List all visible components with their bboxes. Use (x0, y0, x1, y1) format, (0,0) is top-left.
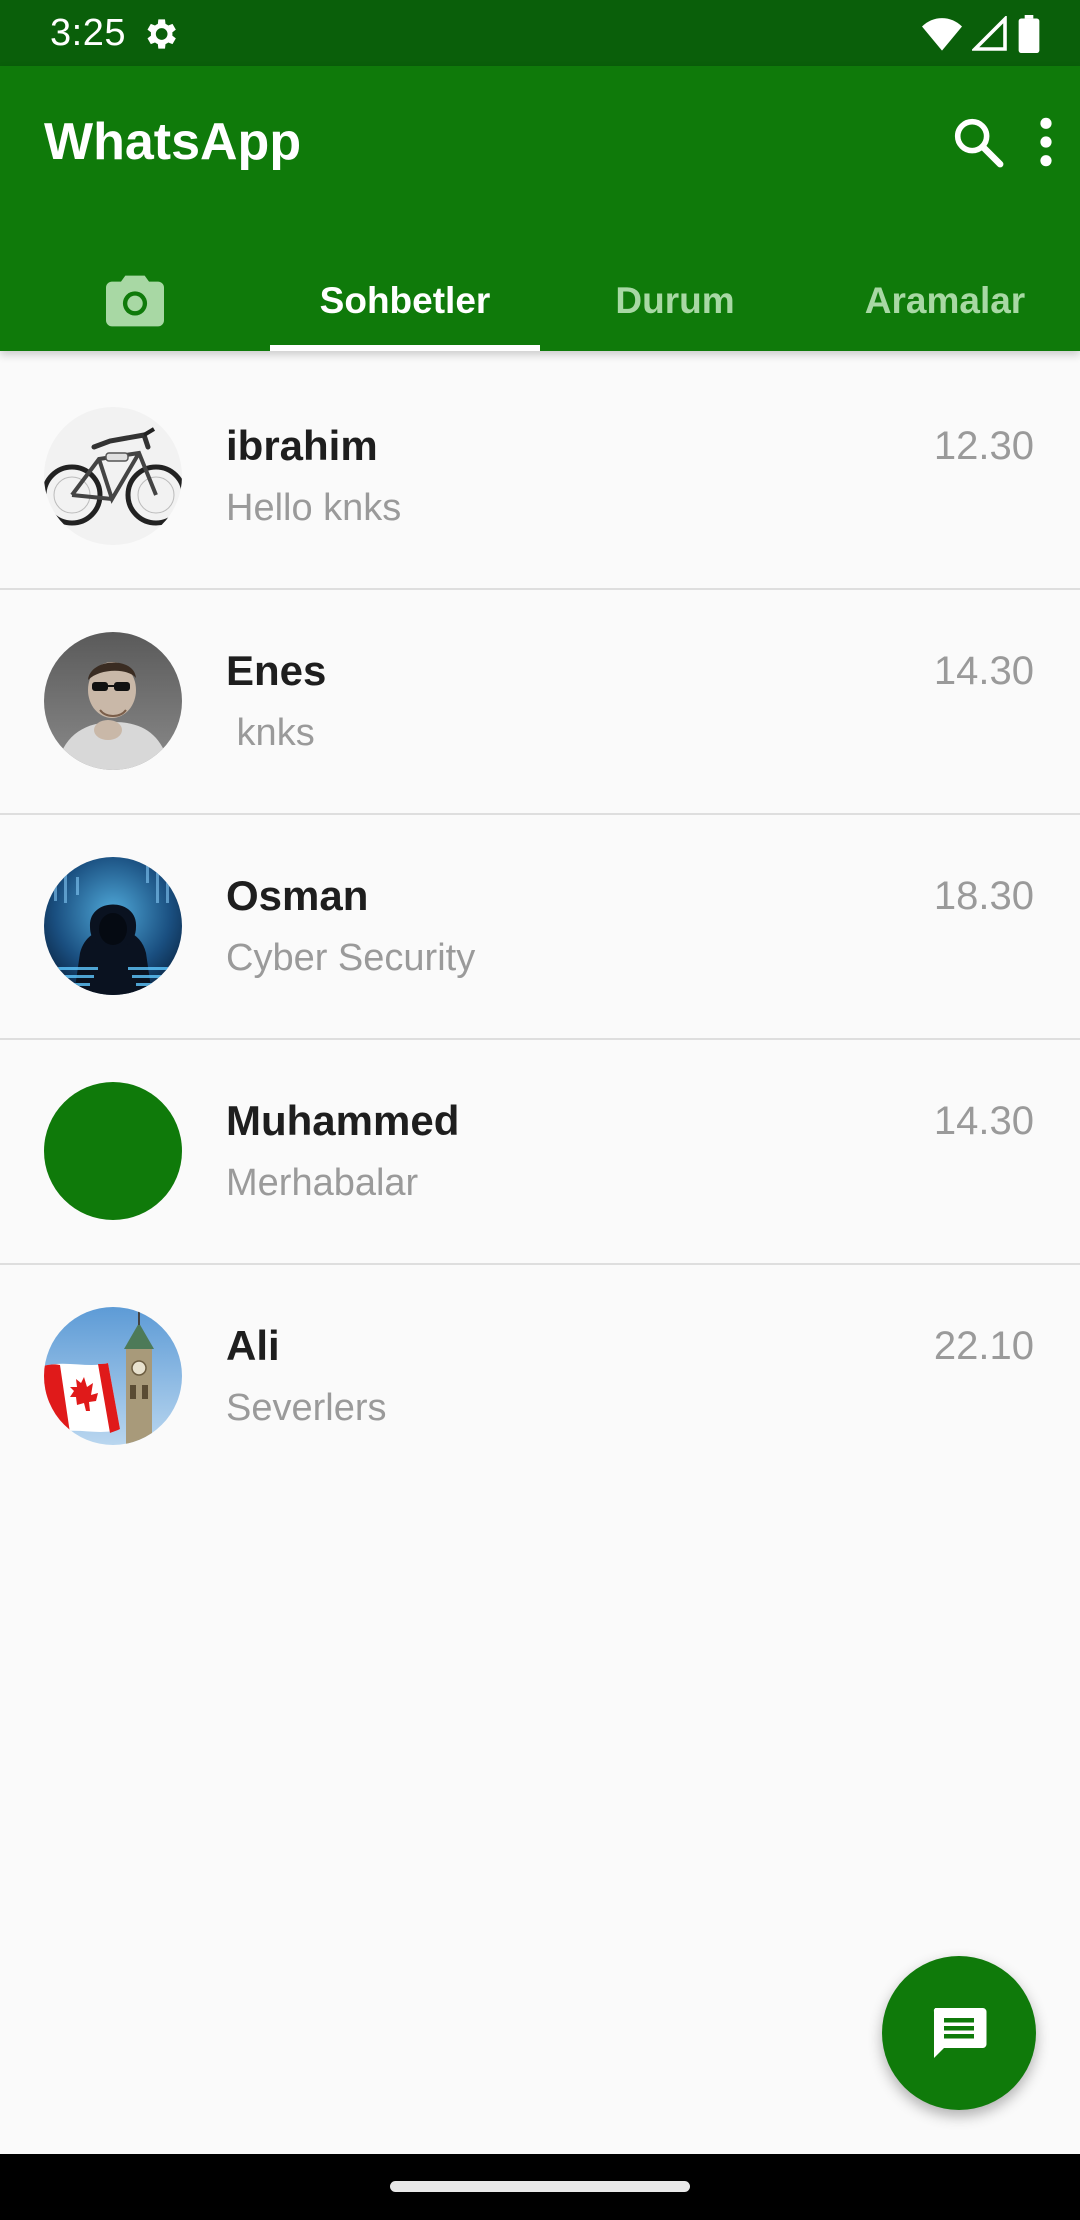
chat-last-message: Cyber Security (226, 937, 476, 979)
chat-item-enes[interactable]: Enes knks 14.30 (0, 590, 1080, 815)
search-icon (954, 118, 1004, 168)
chat-time: 14.30 (933, 1099, 1034, 1143)
navigation-bar (0, 2154, 1080, 2220)
bicycle-photo (44, 407, 182, 545)
person-photo (44, 632, 182, 770)
app-bar: WhatsApp Sohbetler Durum Aramalar (0, 66, 1080, 351)
chat-time: 22.10 (933, 1324, 1034, 1368)
chat-list: ibrahim Hello knks 12.30 Enes knks 14.30… (0, 365, 1080, 1490)
chat-item-osman[interactable]: Osman Cyber Security 18.30 (0, 815, 1080, 1040)
search-button[interactable] (950, 114, 1006, 170)
avatar[interactable] (44, 1082, 182, 1220)
message-icon (933, 2008, 987, 2058)
chat-item-ibrahim[interactable]: ibrahim Hello knks 12.30 (0, 365, 1080, 590)
tab-sohbetler[interactable]: Sohbetler (270, 251, 540, 351)
chat-last-message: Severlers (226, 1387, 387, 1429)
avatar[interactable] (44, 632, 182, 770)
canada-flag-photo (44, 1307, 182, 1445)
signal-icon (972, 16, 1007, 51)
camera-icon (106, 275, 164, 327)
chat-name: ibrahim (226, 422, 378, 469)
chat-time: 12.30 (933, 424, 1034, 468)
green-circle (44, 1082, 182, 1220)
tab-bar: Sohbetler Durum Aramalar (0, 251, 1080, 351)
chat-name: Osman (226, 872, 369, 919)
new-chat-fab[interactable] (882, 1956, 1036, 2110)
chat-last-message: knks (226, 712, 315, 754)
chat-name: Enes (226, 647, 327, 694)
chat-last-message: Merhabalar (226, 1162, 419, 1204)
hacker-photo (44, 857, 182, 995)
screen: 3:25 WhatsApp Sohbetler Durum Aramalar i… (0, 0, 1080, 2220)
home-gesture-handle[interactable] (390, 2181, 690, 2192)
status-bar: 3:25 (0, 0, 1080, 66)
chat-item-ali[interactable]: Ali Severlers 22.10 (0, 1265, 1080, 1490)
battery-icon (1018, 15, 1040, 53)
chat-name: Muhammed (226, 1097, 460, 1144)
more-vert-icon (1040, 117, 1052, 167)
avatar[interactable] (44, 857, 182, 995)
chat-last-message: Hello knks (226, 487, 402, 529)
chat-time: 14.30 (933, 649, 1034, 693)
avatar[interactable] (44, 407, 182, 545)
tab-aramalar[interactable]: Aramalar (810, 251, 1080, 351)
more-options-button[interactable] (1026, 114, 1066, 170)
status-time: 3:25 (50, 12, 126, 54)
app-title: WhatsApp (44, 113, 302, 171)
chat-item-muhammed[interactable]: Muhammed Merhabalar 14.30 (0, 1040, 1080, 1265)
wifi-icon (922, 18, 962, 51)
avatar[interactable] (44, 1307, 182, 1445)
status-icons (922, 14, 1040, 54)
gear-icon (147, 19, 176, 49)
chat-time: 18.30 (933, 874, 1034, 918)
tab-durum[interactable]: Durum (540, 251, 810, 351)
tab-camera[interactable] (0, 251, 270, 351)
chat-name: Ali (226, 1322, 280, 1369)
